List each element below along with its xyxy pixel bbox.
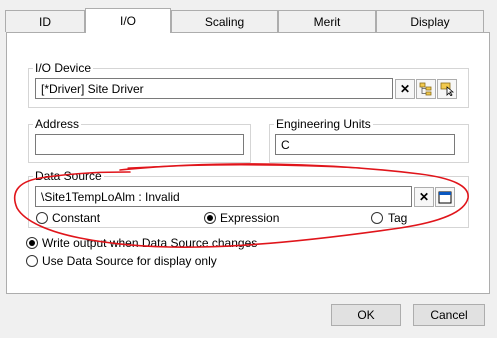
ok-button[interactable]: OK	[331, 304, 401, 326]
cancel-button-label: Cancel	[430, 308, 468, 322]
tab-io[interactable]: I/O	[85, 8, 171, 33]
annotation-scribble	[13, 163, 469, 248]
tab-io-label: I/O	[119, 14, 136, 28]
ok-button-label: OK	[357, 308, 375, 322]
cancel-button[interactable]: Cancel	[413, 304, 485, 326]
